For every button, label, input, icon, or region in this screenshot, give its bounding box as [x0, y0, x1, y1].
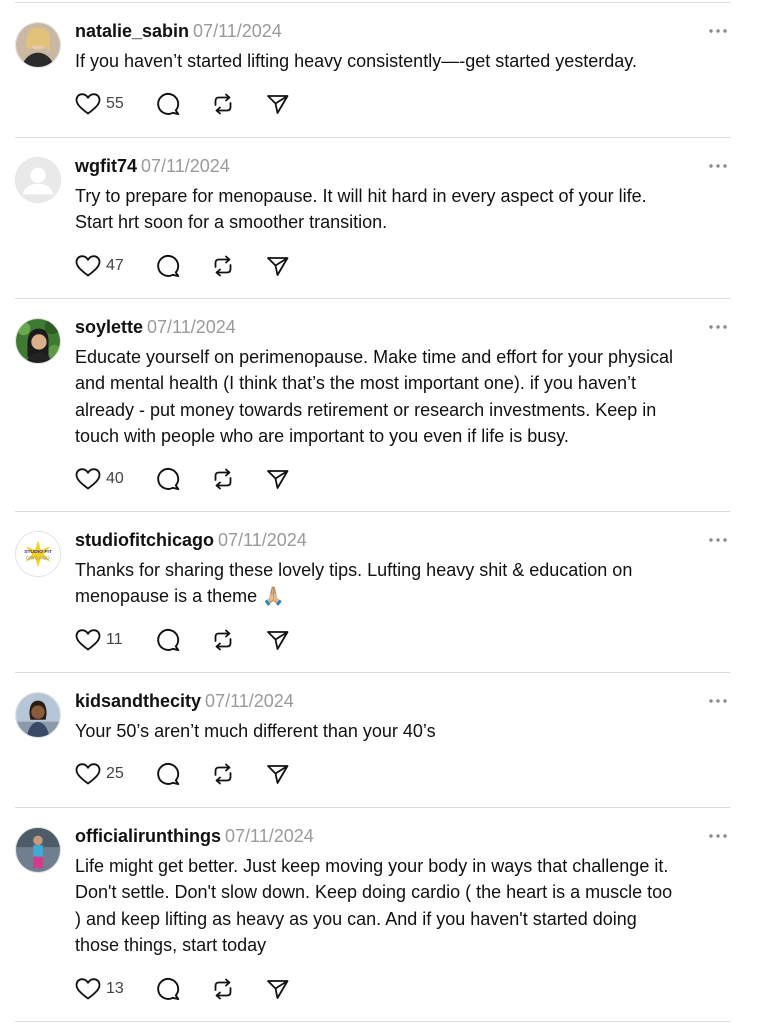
like-count: 55: [106, 95, 124, 112]
like-button[interactable]: 25: [75, 762, 135, 786]
comment-icon[interactable]: [155, 92, 181, 116]
more-icon[interactable]: [708, 824, 728, 848]
post: officialirunthings 07/11/2024 Life might …: [15, 807, 730, 1021]
more-icon[interactable]: [708, 19, 728, 43]
heart-icon: [75, 92, 135, 116]
comment-icon[interactable]: [155, 977, 181, 1001]
heart-icon: [75, 467, 135, 491]
repost-icon[interactable]: [210, 977, 236, 1001]
repost-icon[interactable]: [210, 467, 236, 491]
text-line: menopause is a theme 🙏🏼: [75, 586, 285, 607]
comment-icon[interactable]: [155, 467, 181, 491]
like-button[interactable]: 47: [75, 254, 135, 278]
comment-icon[interactable]: [155, 628, 181, 652]
post: kidsandthecity 07/11/2024 Your 50’s aren’…: [15, 672, 730, 807]
text-line: touch with people who are important to y…: [75, 425, 569, 446]
post-date: 07/11/2024: [193, 21, 282, 41]
like-count: 40: [106, 470, 124, 487]
username[interactable]: kidsandthecity: [75, 691, 201, 711]
divider: [15, 1021, 730, 1022]
share-icon[interactable]: [265, 92, 291, 116]
repost-icon[interactable]: [210, 762, 236, 786]
text-line: ) and keep lifting as heavy as you can. …: [75, 908, 637, 929]
like-count: 47: [106, 257, 124, 274]
post-date: 07/11/2024: [147, 317, 236, 337]
logo-text: CHICAGO: [26, 556, 51, 561]
post-text: Your 50’s aren’t much different than you…: [75, 718, 720, 744]
share-icon[interactable]: [265, 628, 291, 652]
repost-icon[interactable]: [210, 628, 236, 652]
like-button[interactable]: 55: [75, 92, 135, 116]
more-icon[interactable]: [708, 154, 728, 178]
text-line: If you haven’t started lifting heavy con…: [75, 51, 637, 71]
text-line: Educate yourself on perimenopause. Make …: [75, 347, 673, 367]
share-icon[interactable]: [265, 762, 291, 786]
heart-icon: [75, 628, 135, 652]
share-icon[interactable]: [265, 977, 291, 1001]
text-line: Thanks for sharing these lovely tips. Lu…: [75, 560, 633, 580]
heart-icon: [75, 254, 135, 278]
text-line: already - put money towards retirement o…: [75, 399, 657, 420]
avatar[interactable]: [15, 22, 61, 68]
more-icon[interactable]: [708, 689, 728, 713]
avatar[interactable]: [15, 157, 61, 203]
username[interactable]: officialirunthings: [75, 826, 221, 846]
post-date: 07/11/2024: [205, 691, 294, 711]
post-text: If you haven’t started lifting heavy con…: [75, 48, 720, 74]
like-count: 13: [106, 980, 124, 997]
comment-icon[interactable]: [155, 254, 181, 278]
post: natalie_sabin 07/11/2024 If you haven’t s…: [15, 2, 730, 137]
text-line: Start hrt soon for a smoother transition…: [75, 212, 388, 233]
avatar[interactable]: [15, 827, 61, 873]
like-count: 25: [106, 765, 124, 782]
share-icon[interactable]: [265, 254, 291, 278]
logo-text: STUDIO FIT: [24, 549, 52, 555]
post: soylette 07/11/2024 Educate yourself on p…: [15, 298, 730, 511]
like-button[interactable]: 13: [75, 977, 135, 1001]
comment-icon[interactable]: [155, 762, 181, 786]
like-count: 11: [106, 631, 123, 648]
post-date: 07/11/2024: [225, 826, 314, 846]
username[interactable]: natalie_sabin: [75, 21, 189, 41]
avatar[interactable]: [15, 692, 61, 738]
post-date: 07/11/2024: [218, 530, 307, 550]
heart-icon: [75, 762, 135, 786]
username[interactable]: soylette: [75, 317, 143, 337]
post-date: 07/11/2024: [141, 156, 230, 176]
post: wgfit74 07/11/2024 Try to prepare for men…: [15, 137, 730, 298]
heart-icon: [75, 977, 135, 1001]
post-text: Thanks for sharing these lovely tips. Lu…: [75, 557, 720, 610]
text-line: Don't settle. Don't slow down. Keep doin…: [75, 882, 673, 903]
like-button[interactable]: 11: [75, 628, 135, 652]
share-icon[interactable]: [265, 467, 291, 491]
username[interactable]: studiofitchicago: [75, 530, 214, 550]
text-line: Your 50’s aren’t much different than you…: [75, 721, 436, 741]
like-button[interactable]: 40: [75, 467, 135, 491]
more-icon[interactable]: [708, 528, 728, 552]
avatar[interactable]: STUDIO FIT CHICAGO: [15, 531, 61, 577]
repost-icon[interactable]: [210, 254, 236, 278]
text-line: and mental health (I think that’s the mo…: [75, 373, 636, 394]
text-line: those things, start today: [75, 934, 267, 955]
username[interactable]: wgfit74: [75, 156, 137, 176]
post-text: Educate yourself on perimenopause. Make …: [75, 344, 720, 449]
more-icon[interactable]: [708, 315, 728, 339]
repost-icon[interactable]: [210, 92, 236, 116]
post-text: Life might get better. Just keep moving …: [75, 853, 720, 958]
text-line: Life might get better. Just keep moving …: [75, 856, 669, 876]
post: STUDIO FIT CHICAGO studiofitchicago 07/11/…: [15, 511, 730, 672]
text-line: Try to prepare for menopause. It will hi…: [75, 186, 647, 206]
post-text: Try to prepare for menopause. It will hi…: [75, 183, 720, 236]
avatar[interactable]: [15, 318, 61, 364]
